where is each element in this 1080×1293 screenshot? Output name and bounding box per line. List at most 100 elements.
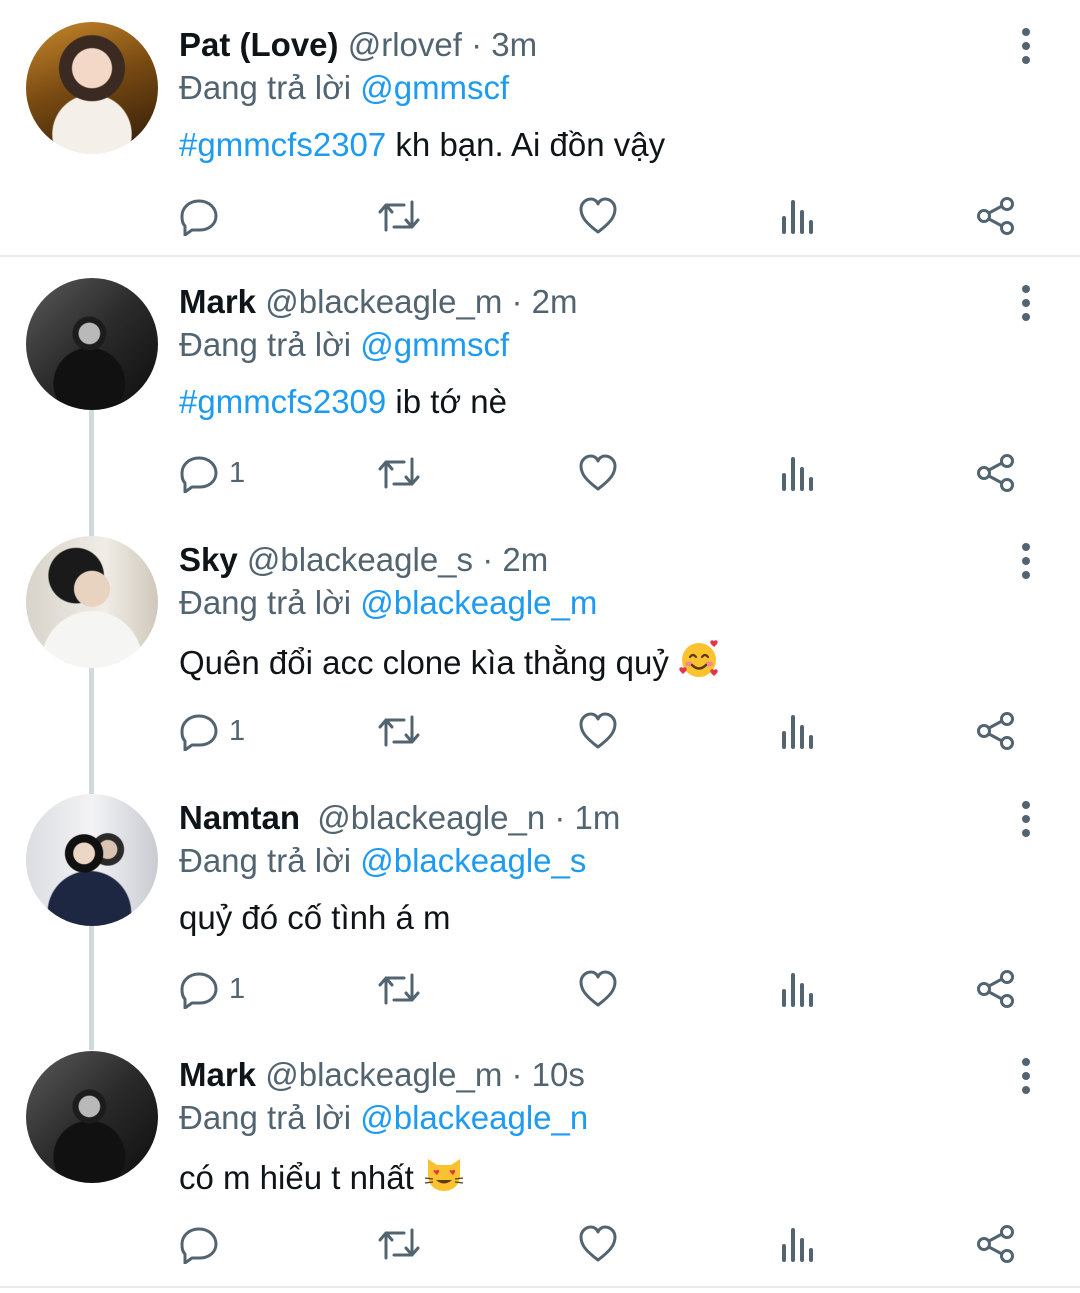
reply-button[interactable]: 1 [179, 709, 245, 753]
more-icon[interactable] [1016, 1058, 1036, 1094]
retweet-button[interactable] [377, 967, 421, 1011]
action-bar: 1 [179, 451, 1039, 495]
handle[interactable]: @rlovef [348, 26, 462, 63]
handle[interactable]: @blackeagle_n [317, 799, 545, 836]
avatar[interactable] [26, 278, 158, 410]
avatar[interactable] [26, 22, 158, 154]
reply-button[interactable] [179, 194, 229, 238]
tweet-body-text: quỷ đó cố tình á m [179, 899, 451, 936]
retweet-button[interactable] [377, 194, 421, 238]
more-icon[interactable] [1016, 285, 1036, 321]
reply-prefix: Đang trả lời [179, 1099, 352, 1136]
timestamp[interactable]: · 2m [512, 283, 578, 320]
views-button[interactable] [779, 709, 815, 753]
tweet-text: có m hiểu t nhất [179, 1153, 465, 1198]
views-button[interactable] [779, 194, 815, 238]
views-button[interactable] [779, 967, 815, 1011]
tweet-header: Sky @blackeagle_s · 2m [179, 540, 548, 580]
action-bar [179, 194, 1039, 238]
display-name[interactable]: Sky [179, 541, 238, 578]
display-name[interactable]: Namtan [179, 799, 300, 836]
avatar[interactable] [26, 536, 158, 668]
reply-mention[interactable]: @gmmscf [360, 69, 509, 106]
tweet-text: Quên đổi acc clone kìa thằng quỷ [179, 638, 720, 683]
divider [0, 255, 1080, 257]
handle[interactable]: @blackeagle_m [265, 283, 502, 320]
retweet-button[interactable] [377, 709, 421, 753]
retweet-button[interactable] [377, 1222, 421, 1266]
tweet-body-text: có m hiểu t nhất [179, 1159, 414, 1196]
share-button[interactable] [975, 1222, 1017, 1266]
more-icon[interactable] [1016, 801, 1036, 837]
more-icon[interactable] [1016, 28, 1036, 64]
like-button[interactable] [578, 709, 618, 753]
reply-prefix: Đang trả lời [179, 584, 352, 621]
reply-context: Đang trả lời @gmmscf [179, 68, 509, 108]
hashtag-link[interactable]: #gmmcfs2307 [179, 126, 386, 163]
tweet-text: #gmmcfs2309 ib tớ nè [179, 382, 507, 422]
reply-button[interactable]: 1 [179, 451, 245, 495]
reply-count: 1 [229, 972, 246, 1005]
handle[interactable]: @blackeagle_m [265, 1056, 502, 1093]
retweet-button[interactable] [377, 451, 421, 495]
views-icon [782, 973, 813, 1007]
handle[interactable]: @blackeagle_s [247, 541, 473, 578]
reply-context: Đang trả lời @blackeagle_n [179, 1098, 588, 1138]
share-button[interactable] [975, 451, 1017, 495]
avatar[interactable] [26, 1051, 158, 1183]
reply-button[interactable]: 1 [179, 967, 245, 1011]
reply-prefix: Đang trả lời [179, 326, 352, 363]
divider [0, 1286, 1080, 1288]
reply-prefix: Đang trả lời [179, 842, 352, 879]
tweet-1[interactable]: Pat (Love) @rlovef · 3m Đang trả lời @gm… [0, 0, 1080, 256]
reply-mention[interactable]: @gmmscf [360, 326, 509, 363]
share-button[interactable] [975, 709, 1017, 753]
reply-context: Đang trả lời @blackeagle_s [179, 841, 586, 881]
like-icon [579, 712, 617, 749]
display-name[interactable]: Mark [179, 1056, 256, 1093]
heart-eyes-cat-emoji [424, 1159, 464, 1191]
views-button[interactable] [779, 451, 815, 495]
views-icon [782, 457, 813, 491]
reply-mention[interactable]: @blackeagle_m [360, 584, 597, 621]
tweet-header: Pat (Love) @rlovef · 3m [179, 25, 537, 65]
more-icon[interactable] [1016, 543, 1036, 579]
action-bar [179, 1222, 1039, 1266]
views-icon [782, 1228, 813, 1262]
tweet-header: Mark @blackeagle_m · 10s [179, 1055, 585, 1095]
tweet-3[interactable]: Sky @blackeagle_s · 2m Đang trả lời @bla… [0, 516, 1080, 774]
timestamp[interactable]: · 2m [482, 541, 548, 578]
timestamp[interactable]: · 10s [512, 1056, 585, 1093]
display-name[interactable]: Pat (Love) [179, 26, 339, 63]
reply-prefix: Đang trả lời [179, 69, 352, 106]
tweet-text: quỷ đó cố tình á m [179, 898, 451, 938]
like-button[interactable] [578, 451, 618, 495]
like-icon [579, 197, 617, 234]
timestamp[interactable]: · 3m [471, 26, 537, 63]
reply-button[interactable] [179, 1222, 229, 1266]
like-button[interactable] [578, 194, 618, 238]
like-button[interactable] [578, 1222, 618, 1266]
reply-count: 1 [229, 714, 246, 747]
reply-icon [180, 1227, 218, 1264]
reply-mention[interactable]: @blackeagle_n [360, 1099, 588, 1136]
retweet-icon [378, 715, 420, 747]
share-button[interactable] [975, 194, 1017, 238]
like-button[interactable] [578, 967, 618, 1011]
reply-icon [180, 456, 218, 493]
like-icon [579, 1225, 617, 1262]
tweet-text: #gmmcfs2307 kh bạn. Ai đồn vậy [179, 125, 665, 165]
reply-mention[interactable]: @blackeagle_s [360, 842, 586, 879]
display-name[interactable]: Mark [179, 283, 256, 320]
tweet-2[interactable]: Mark @blackeagle_m · 2m Đang trả lời @gm… [0, 258, 1080, 516]
views-button[interactable] [779, 1222, 815, 1266]
retweet-icon [378, 1228, 420, 1260]
tweet-5[interactable]: Mark @blackeagle_m · 10s Đang trả lời @b… [0, 1032, 1080, 1286]
avatar[interactable] [26, 794, 158, 926]
reply-icon [180, 199, 218, 236]
hashtag-link[interactable]: #gmmcfs2309 [179, 383, 386, 420]
retweet-icon [378, 200, 420, 232]
timestamp[interactable]: · 1m [554, 799, 620, 836]
share-button[interactable] [975, 967, 1017, 1011]
tweet-4[interactable]: Namtan @blackeagle_n · 1m Đang trả lời @… [0, 774, 1080, 1032]
